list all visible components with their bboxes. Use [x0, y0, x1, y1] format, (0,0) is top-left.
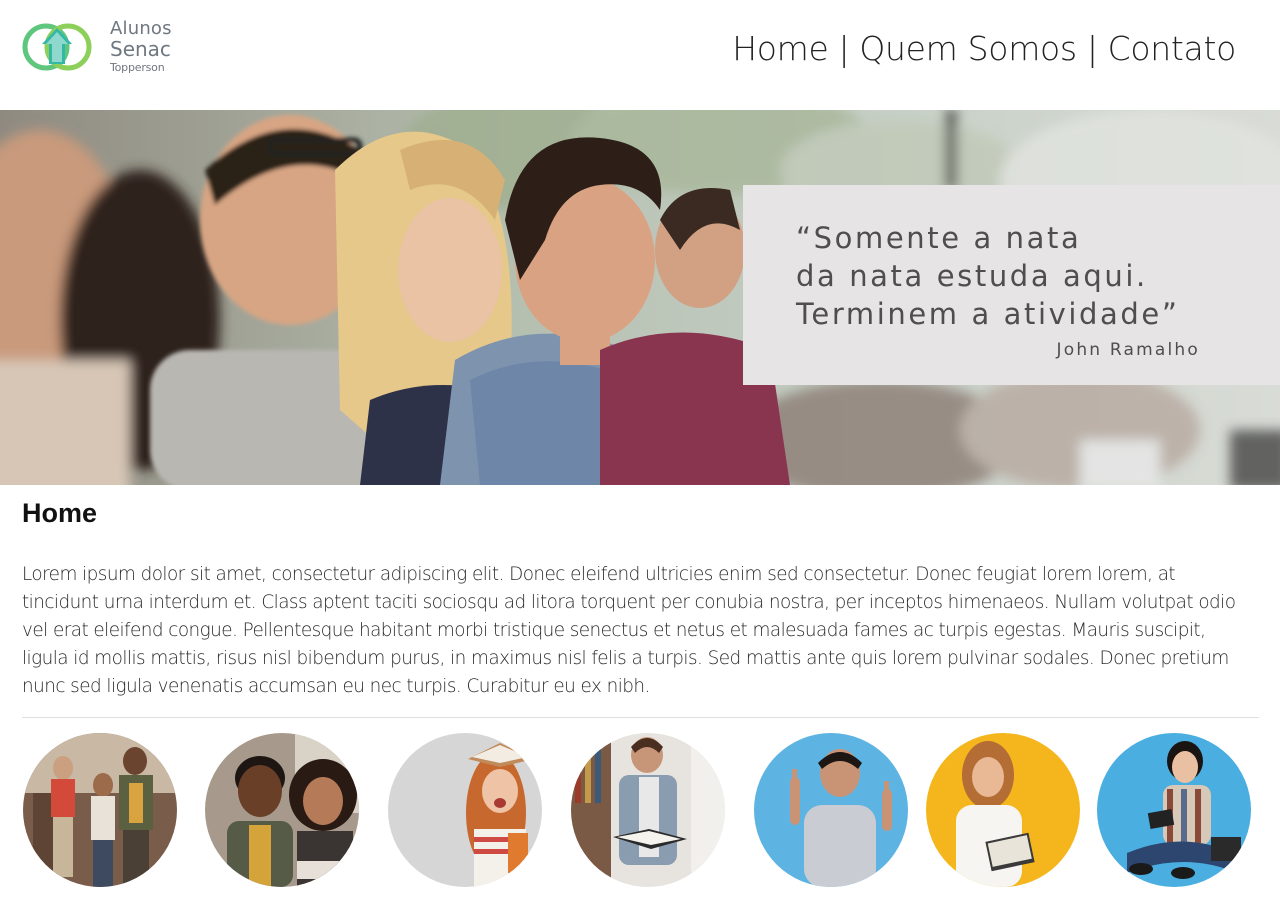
- site-header: Alunos Senac Topperson Home | Quem Somos | C…: [0, 0, 1280, 110]
- nav-link-home[interactable]: Home: [732, 29, 829, 68]
- logo-line-1: Alunos: [110, 18, 172, 39]
- gallery-photo-7[interactable]: [1097, 733, 1251, 887]
- nav-link-quem-somos[interactable]: Quem Somos: [859, 29, 1077, 68]
- nav-separator: |: [1086, 29, 1098, 68]
- student-gallery: [0, 733, 1280, 888]
- quote-card: “Somente a nata da nata estuda aqui. Ter…: [743, 185, 1280, 385]
- logo-wordmark: Alunos Senac Topperson: [110, 18, 172, 74]
- gallery-photo-1[interactable]: [23, 733, 177, 887]
- gallery-photo-6[interactable]: [926, 733, 1080, 887]
- logo-icon: [22, 23, 92, 71]
- gallery-photo-3[interactable]: [388, 733, 542, 887]
- content-divider: [22, 717, 1259, 718]
- two-smiling-students-photo: [205, 733, 359, 887]
- gallery-photo-5[interactable]: [754, 733, 908, 887]
- nav-separator: |: [838, 29, 850, 68]
- gallery-photo-4[interactable]: [571, 733, 725, 887]
- nav-link-contato[interactable]: Contato: [1108, 29, 1237, 68]
- site-logo[interactable]: Alunos Senac Topperson: [22, 16, 192, 80]
- hero-banner: “Somente a nata da nata estuda aqui. Ter…: [0, 110, 1280, 485]
- logo-line-3: Topperson: [110, 61, 165, 74]
- girl-with-book-on-head-photo: [388, 733, 542, 887]
- intro-paragraph: Lorem ipsum dolor sit amet, consectetur …: [22, 564, 1236, 697]
- student-with-books-photo: [926, 733, 1080, 887]
- main-nav: Home | Quem Somos | Contato: [732, 29, 1236, 68]
- gallery-photo-2[interactable]: [205, 733, 359, 887]
- quote-text: “Somente a nata da nata estuda aqui. Ter…: [796, 221, 1180, 331]
- student-reading-in-library-photo: [571, 733, 725, 887]
- student-pointing-up-photo: [754, 733, 908, 887]
- student-sitting-with-tablet-photo: [1097, 733, 1251, 887]
- group-walking-students-photo: [23, 733, 177, 887]
- page-title: Home: [22, 498, 98, 528]
- quote-author: John Ramalho: [1056, 340, 1200, 360]
- logo-line-2: Senac: [110, 37, 171, 61]
